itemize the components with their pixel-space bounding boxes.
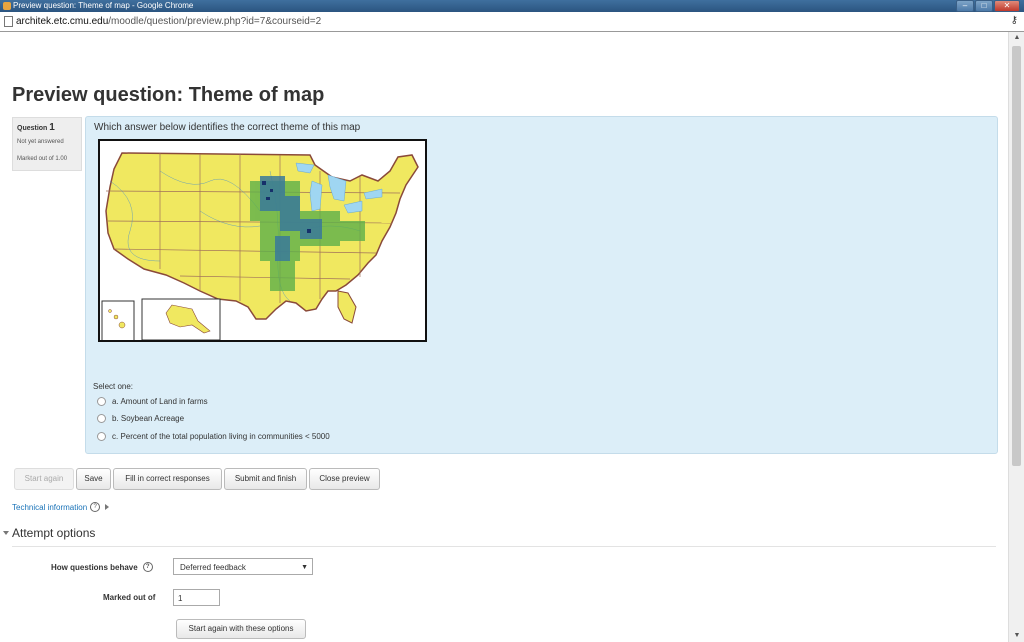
maximize-icon[interactable]: □ (975, 0, 993, 12)
marked-out-of-input[interactable]: 1 (173, 589, 220, 606)
window-controls: – □ ✕ (955, 0, 1020, 12)
attempt-options-label[interactable]: Attempt options (12, 526, 95, 540)
close-preview-button[interactable]: Close preview (309, 468, 380, 490)
answer-label-b[interactable]: b. Soybean Acreage (112, 414, 184, 423)
scroll-down-icon[interactable]: ▼ (1009, 630, 1024, 642)
technical-information-link[interactable]: Technical information ? (12, 502, 110, 512)
question-number-value: 1 (49, 122, 55, 133)
page-title: Preview question: Theme of map (12, 84, 325, 106)
how-questions-behave-value[interactable]: Deferred feedback (180, 563, 246, 572)
answer-radio-b[interactable] (97, 413, 106, 423)
close-icon[interactable]: ✕ (994, 0, 1020, 12)
page-viewport: Preview question: Theme of map Question … (0, 32, 1008, 642)
question-formulation: Which answer below identifies the correc… (85, 116, 998, 454)
us-map-image (98, 139, 427, 342)
page-icon (4, 16, 13, 27)
window-title: Preview question: Theme of map - Google … (13, 1, 194, 10)
answer-option-a[interactable]: a. Amount of Land in farms (97, 394, 208, 408)
question-number-label: Question (17, 125, 48, 132)
url-host: architek.etc.cmu.edu (16, 16, 109, 27)
url-text[interactable]: architek.etc.cmu.edu/moodle/question/pre… (16, 12, 321, 31)
expand-arrow-icon[interactable] (105, 504, 110, 510)
how-questions-behave-label: How questions behave ? (51, 562, 153, 572)
question-text: Which answer below identifies the correc… (94, 122, 361, 133)
question-state: Not yet answered (17, 139, 64, 145)
attempt-options-heading[interactable]: Attempt options (3, 526, 95, 540)
answer-radio-c[interactable] (97, 431, 106, 441)
answer-option-c[interactable]: c. Percent of the total population livin… (97, 429, 330, 443)
how-questions-behave-select[interactable]: Deferred feedback ▼ (173, 558, 313, 575)
window-titlebar: Preview question: Theme of map - Google … (0, 0, 1024, 12)
url-path: /moodle/question/preview.php?id=7&course… (108, 16, 322, 27)
chevron-down-icon[interactable]: ▼ (301, 559, 308, 576)
start-again-button[interactable]: Start again (14, 468, 74, 490)
scroll-up-icon[interactable]: ▲ (1009, 32, 1024, 44)
help-icon[interactable]: ? (142, 562, 153, 572)
browser-favicon-icon (3, 2, 11, 10)
technical-information-label[interactable]: Technical information (12, 503, 87, 512)
question-info-box: Question 1 Not yet answered Marked out o… (12, 117, 82, 171)
key-icon[interactable]: ⚷ (1011, 15, 1018, 26)
answer-option-b[interactable]: b. Soybean Acreage (97, 411, 184, 425)
us-map-svg (100, 141, 425, 340)
help-icon[interactable]: ? (90, 502, 101, 512)
answer-radio-a[interactable] (97, 396, 106, 406)
how-questions-behave-text: How questions behave (51, 562, 138, 572)
address-bar[interactable]: architek.etc.cmu.edu/moodle/question/pre… (0, 12, 1024, 32)
select-one-prompt: Select one: (93, 382, 134, 391)
collapse-arrow-icon[interactable] (3, 531, 9, 535)
answer-label-c[interactable]: c. Percent of the total population livin… (112, 432, 330, 441)
start-again-with-options-button[interactable]: Start again with these options (176, 619, 306, 639)
question-mark: Marked out of 1.00 (17, 156, 68, 162)
submit-finish-button[interactable]: Submit and finish (224, 468, 307, 490)
scrollbar-thumb[interactable] (1012, 46, 1021, 466)
fill-correct-button[interactable]: Fill in correct responses (113, 468, 222, 490)
question-number: Question 1 (17, 122, 55, 133)
marked-out-of-label: Marked out of (103, 593, 156, 602)
divider (12, 546, 996, 547)
answer-label-a[interactable]: a. Amount of Land in farms (112, 397, 208, 406)
vertical-scrollbar[interactable]: ▲ ▼ (1008, 32, 1024, 642)
save-button[interactable]: Save (76, 468, 111, 490)
minimize-icon[interactable]: – (956, 0, 974, 12)
